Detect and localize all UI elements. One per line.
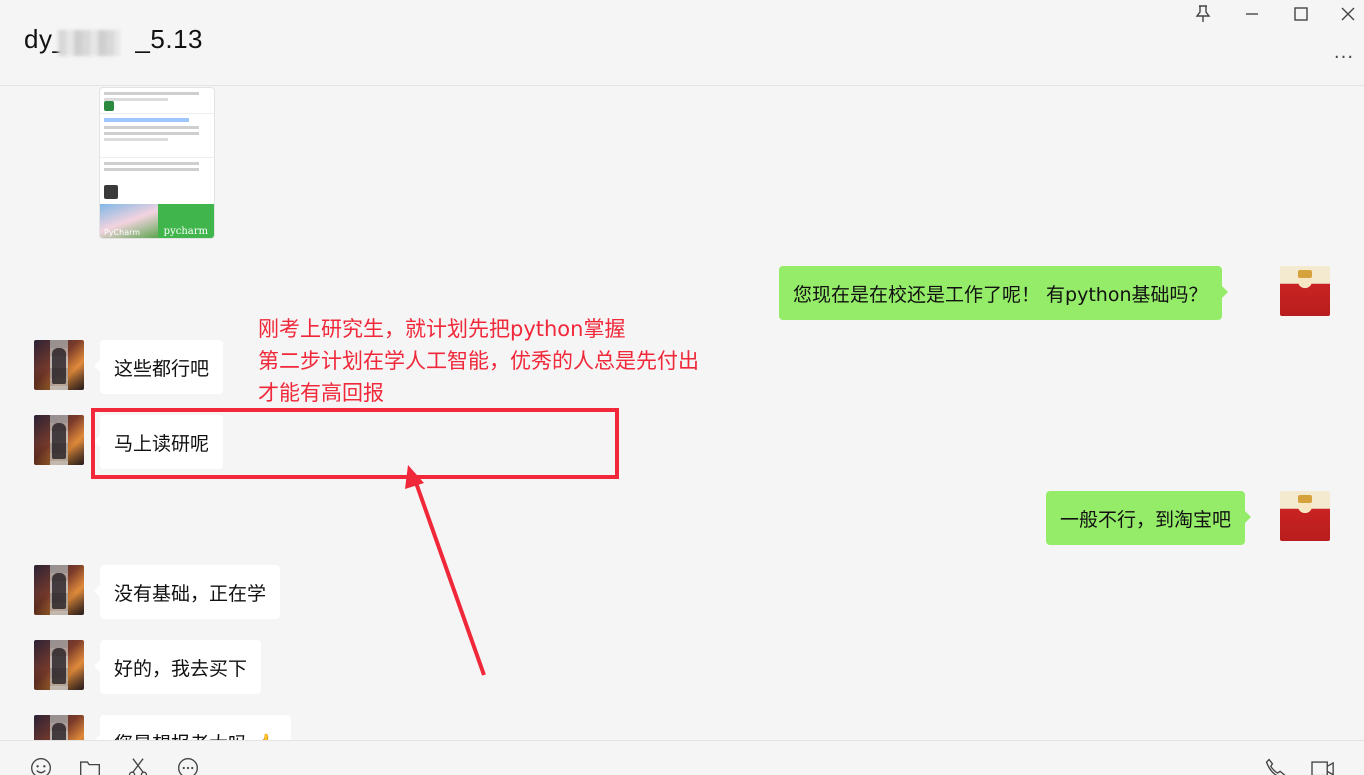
annotation-line: 第二步计划在学人工智能，优秀的人总是先付出 [258, 349, 699, 373]
title-redaction-mosaic [58, 30, 120, 56]
minimize-icon[interactable] [1240, 2, 1264, 26]
chat-history[interactable]: PyCharm pycharm 您现在是在校还是工作了呢！ 有python基础吗… [0, 87, 1364, 740]
message-bubble-incoming[interactable]: 没有基础，正在学 [93, 565, 281, 619]
input-toolbar [0, 740, 1364, 775]
pin-icon[interactable] [1191, 2, 1215, 26]
red-annotation-text: 刚考上研究生，就计划先把python掌握 第二步计划在学人工智能，优秀的人总是先… [258, 313, 699, 409]
my-avatar[interactable] [1280, 491, 1330, 541]
contact-avatar[interactable] [34, 340, 84, 390]
video-call-icon[interactable] [1308, 757, 1334, 775]
message-bubble-outgoing[interactable]: 您现在是在校还是工作了呢！ 有python基础吗？ [779, 266, 1228, 320]
maximize-icon[interactable] [1289, 2, 1313, 26]
message-text: 这些都行吧 [114, 357, 210, 380]
annotation-line: 刚考上研究生，就计划先把python掌握 [258, 317, 626, 341]
phone-icon[interactable] [1262, 757, 1288, 775]
pycharm-thumbnail-right: pycharm [158, 204, 214, 238]
contact-avatar[interactable] [34, 640, 84, 690]
close-icon[interactable] [1336, 2, 1360, 26]
contact-avatar[interactable] [34, 415, 84, 465]
message-bubble-incoming[interactable]: 您是想报老大吗 👍 [94, 715, 291, 741]
message-bubble-incoming[interactable]: 好的，我去买下 [93, 640, 262, 694]
more-options-button[interactable]: ... [1332, 42, 1356, 63]
my-avatar[interactable] [1280, 266, 1330, 316]
contact-avatar[interactable] [34, 565, 84, 615]
contact-avatar[interactable] [34, 715, 84, 740]
message-text: 您是想报老大吗 👍 [114, 729, 277, 741]
message-text: 您现在是在校还是工作了呢！ 有python基础吗？ [793, 283, 1208, 306]
pycharm-thumbnail-left: PyCharm [100, 204, 158, 238]
message-bubble-outgoing[interactable]: 一般不行，到淘宝吧 [1046, 491, 1252, 545]
annotation-line: 才能有高回报 [258, 381, 384, 405]
chat-title-suffix: _5.13 [135, 24, 203, 54]
title-bar: dy_ _5.13 ... [0, 0, 1364, 86]
message-text: 没有基础，正在学 [114, 582, 267, 605]
red-highlight-box [91, 408, 619, 479]
shared-article-card[interactable]: PyCharm pycharm [99, 87, 215, 239]
emoji-icon[interactable] [28, 757, 54, 775]
message-bubble-incoming[interactable]: 这些都行吧 [93, 340, 224, 394]
scissors-icon[interactable] [125, 757, 151, 775]
folder-icon[interactable] [77, 757, 103, 775]
chat-bubble-icon[interactable] [175, 757, 201, 775]
message-text: 一般不行，到淘宝吧 [1060, 508, 1232, 531]
message-text: 好的，我去买下 [114, 657, 248, 680]
